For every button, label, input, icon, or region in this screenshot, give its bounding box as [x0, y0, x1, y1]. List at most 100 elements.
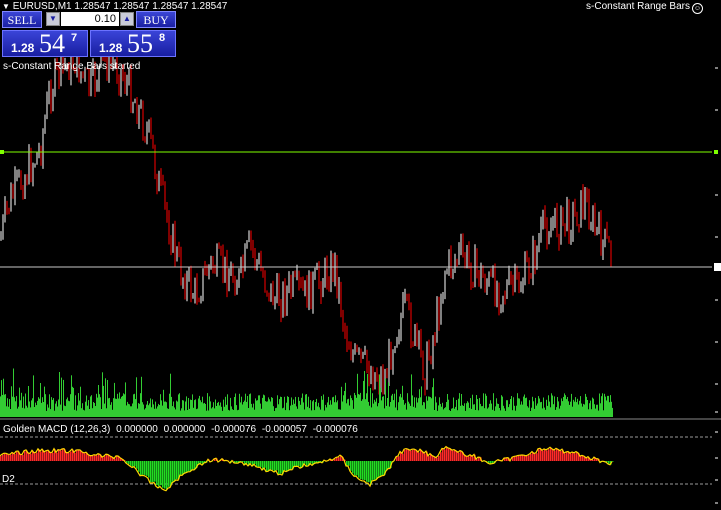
volume-bar: [523, 396, 524, 417]
volume-bar: [558, 401, 559, 417]
volume-bar: [335, 395, 336, 417]
volume-bar: [487, 408, 488, 417]
macd-name: Golden MACD (12,26,3): [3, 424, 111, 435]
volume-bar: [329, 404, 330, 417]
volume-bar: [28, 386, 29, 417]
volume-bar: [431, 398, 432, 417]
volume-bar: [133, 394, 134, 417]
volume-bar: [309, 408, 310, 417]
volume-bar: [577, 398, 578, 417]
volume-bar: [219, 405, 220, 417]
macd-bar: [552, 449, 554, 461]
volume-bar: [171, 396, 172, 417]
volume-bar: [159, 405, 160, 417]
macd-bar: [406, 449, 408, 461]
lot-decrease-button[interactable]: ▼: [46, 12, 60, 26]
volume-bar: [496, 398, 497, 417]
volume-bar: [193, 407, 194, 417]
volume-bar: [428, 396, 429, 417]
macd-bar: [442, 449, 444, 461]
volume-bar: [119, 392, 120, 417]
macd-bar: [128, 461, 130, 465]
macd-value-1: 0.000000: [116, 424, 158, 435]
hline-handle-right: [714, 150, 718, 154]
volume-bar: [170, 373, 171, 417]
volume-bar: [258, 395, 259, 417]
volume-bar: [549, 401, 550, 417]
volume-bar: [560, 405, 561, 417]
volume-bar: [317, 406, 318, 417]
volume-bar: [130, 406, 131, 417]
volume-bar: [30, 407, 31, 417]
macd-bar: [260, 461, 262, 467]
volume-bar: [327, 402, 328, 417]
macd-bar: [336, 457, 338, 461]
macd-value-2: 0.000000: [163, 424, 206, 435]
macd-bar: [186, 461, 188, 473]
volume-bar: [368, 401, 369, 417]
volume-bar: [18, 406, 19, 417]
buy-button[interactable]: BUY: [136, 11, 176, 28]
volume-bar: [610, 395, 611, 417]
volume-bar: [223, 399, 224, 417]
volume-bar: [578, 404, 579, 417]
macd-bar: [286, 461, 288, 472]
macd-bar: [368, 461, 370, 483]
volume-bar: [416, 397, 417, 417]
volume-bar: [202, 396, 203, 417]
volume-bar: [451, 408, 452, 417]
macd-bar: [152, 461, 154, 482]
volume-bar: [318, 402, 319, 417]
volume-bar: [64, 405, 65, 417]
volume-bar: [479, 398, 480, 417]
volume-bar: [278, 404, 279, 417]
volume-bar: [227, 394, 228, 417]
macd-bar: [338, 457, 340, 461]
macd-bar: [82, 452, 84, 461]
macd-bar: [16, 451, 18, 461]
bid-price-pips: 54: [39, 29, 65, 58]
macd-bar: [14, 454, 16, 461]
volume-bar: [163, 389, 164, 417]
volume-bar: [138, 403, 139, 417]
volume-bar: [426, 396, 427, 417]
volume-bar: [74, 409, 75, 417]
volume-bar: [255, 398, 256, 417]
volume-bar: [168, 408, 169, 417]
volume-bar: [359, 394, 360, 417]
lot-increase-button[interactable]: ▲: [120, 12, 134, 26]
macd-bar: [162, 461, 164, 488]
volume-bar: [546, 399, 547, 417]
volume-bar: [360, 392, 361, 417]
volume-bar: [186, 396, 187, 417]
volume-bar: [541, 401, 542, 417]
macd-bar: [564, 453, 566, 461]
sell-button[interactable]: SELL: [2, 11, 42, 28]
volume-bar: [33, 375, 34, 417]
macd-bar: [516, 456, 518, 461]
volume-bar: [249, 394, 250, 417]
volume-bar: [555, 409, 556, 417]
volume-bar: [204, 402, 205, 417]
bid-price-button[interactable]: 1.28 54 7: [2, 29, 88, 58]
volume-bar: [142, 402, 143, 417]
volume-bar: [567, 397, 568, 417]
ask-price-button[interactable]: 1.28 55 8: [90, 30, 176, 58]
volume-bar: [489, 403, 490, 417]
volume-bar: [147, 401, 148, 417]
volume-bar: [299, 400, 300, 417]
volume-bar: [460, 405, 461, 417]
volume-bar: [459, 393, 460, 417]
volume-bar: [498, 404, 499, 417]
volume-bar: [107, 380, 108, 417]
volume-bar: [167, 408, 168, 417]
volume-bar: [241, 396, 242, 417]
macd-bar: [460, 451, 462, 461]
volume-bar: [493, 393, 494, 417]
volume-bar: [551, 393, 552, 417]
macd-bar: [268, 461, 270, 471]
lot-size-input[interactable]: 0.10: [61, 12, 119, 26]
macd-bar: [428, 456, 430, 461]
macd-bar: [364, 461, 366, 480]
macd-bar: [170, 461, 172, 487]
